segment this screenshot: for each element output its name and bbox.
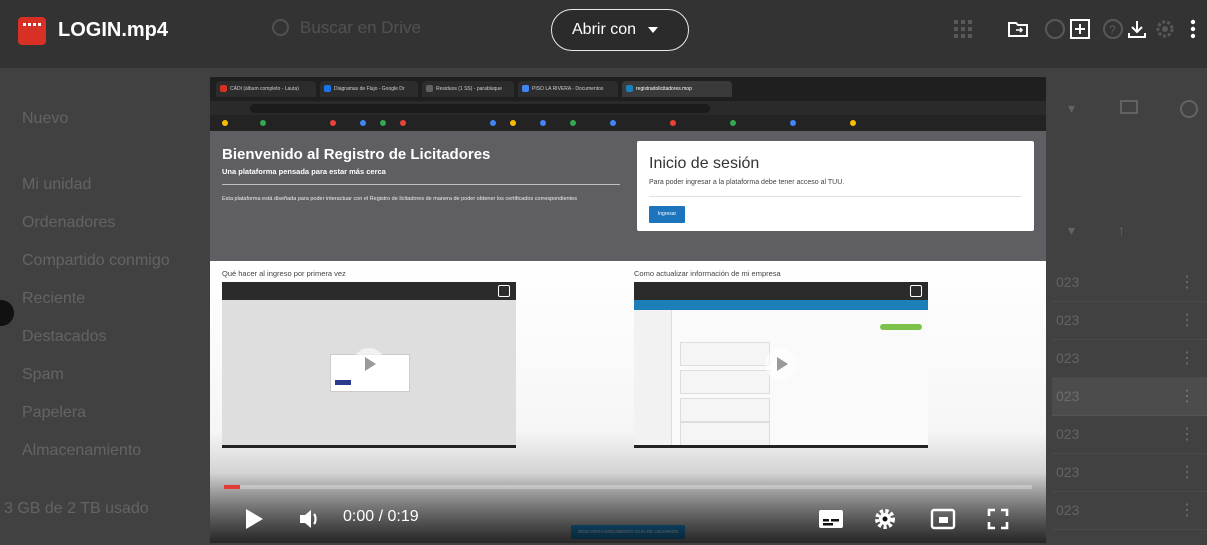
add-shortcut-icon[interactable] <box>1067 16 1093 42</box>
recorded-tab: registradolicitadores.mop <box>622 81 732 97</box>
play-icon <box>353 347 385 380</box>
settings-icon <box>1152 16 1178 42</box>
storage-usage: 3 GB de 2 TB usado <box>4 500 149 517</box>
grid-apps-icon <box>950 16 976 42</box>
welcome-title: Bienvenido al Registro de Licitadores <box>222 146 491 163</box>
grid-view-icon <box>1120 100 1138 114</box>
svg-text:?: ? <box>1109 23 1116 37</box>
sidebar-item-storage: Almacenamiento <box>22 442 142 459</box>
sort-arrow-icon: ↑ <box>1118 222 1125 238</box>
sidebar-item-starred: Destacados <box>22 328 107 345</box>
list-item: 023 ⋮ <box>1052 416 1207 454</box>
bg-account-icon <box>1042 16 1068 42</box>
login-title: Inicio de sesión <box>649 155 760 172</box>
search-icon <box>272 19 289 36</box>
welcome-subtitle: Una plataforma pensada para estar más ce… <box>222 167 386 176</box>
recorded-bookmarks <box>210 115 1046 131</box>
settings-icon[interactable] <box>871 505 899 533</box>
recorded-tab: PISO LA RIVERA - Documentos <box>518 81 618 97</box>
list-item: 023 ⋮ <box>1052 302 1207 340</box>
play-icon[interactable] <box>240 505 268 533</box>
more-vert-icon[interactable] <box>1180 16 1206 42</box>
info-icon <box>1180 100 1198 118</box>
miniplayer-icon[interactable] <box>929 505 957 533</box>
recorded-url <box>250 104 710 113</box>
recorded-tab: Diagramas de Flujo - Google Dr <box>320 81 418 97</box>
embedded-video-first-login <box>222 282 516 448</box>
list-item: 023 ⋮ <box>1052 264 1207 302</box>
sidebar-item-computers: Ordenadores <box>22 214 116 231</box>
side-tab <box>0 300 14 326</box>
divider <box>222 184 620 185</box>
sort-chevron-icon: ▾ <box>1068 222 1076 238</box>
move-to-folder-icon[interactable] <box>1005 16 1031 42</box>
search-placeholder: Buscar en Drive <box>300 18 421 37</box>
login-button: Ingresar <box>649 206 685 223</box>
file-title: LOGIN.mp4 <box>58 19 169 41</box>
list-item: 023 ⋮ <box>1052 340 1207 378</box>
viewer-header: LOGIN.mp4 Buscar en Drive Abrir con ? <box>0 0 1207 68</box>
recorded-tab: CÁDI (álbum completo - Lauta) <box>216 81 316 97</box>
sidebar-item-trash: Papelera <box>22 404 87 421</box>
time-display: 0:00 / 0:19 <box>343 508 419 525</box>
section-label-update-info: Como actualizar información de mi empres… <box>634 269 781 278</box>
volume-icon[interactable] <box>296 505 324 533</box>
play-icon <box>765 347 797 380</box>
embedded-video-update-info <box>634 282 928 448</box>
open-with-label: Abrir con <box>572 21 637 38</box>
chevron-down-icon: ▾ <box>1068 100 1076 116</box>
sidebar-item-shared: Compartido conmigo <box>22 252 170 269</box>
seek-bar[interactable] <box>224 485 1032 489</box>
seek-bar-progress <box>224 485 241 489</box>
help-icon: ? <box>1100 16 1126 42</box>
divider <box>649 196 1021 197</box>
sidebar-item-spam: Spam <box>22 366 64 383</box>
new-button: Nuevo <box>22 110 69 127</box>
login-text: Para poder ingresar a la plataforma debe… <box>649 179 845 186</box>
recorded-tab: Residuos (1 SS) - parabluque <box>422 81 514 97</box>
sidebar-item-recent: Reciente <box>22 290 86 307</box>
video-file-icon <box>18 17 46 45</box>
login-card: Inicio de sesión Para poder ingresar a l… <box>637 141 1034 231</box>
external-link-icon <box>498 285 510 297</box>
recorded-address-bar <box>210 101 1046 115</box>
caret-down-icon <box>648 27 659 33</box>
welcome-description: Esta plataforma está diseñada para poder… <box>222 196 577 202</box>
list-item: 023 ⋮ <box>1052 378 1207 416</box>
open-with-button[interactable]: Abrir con <box>551 9 689 51</box>
external-link-icon <box>910 285 922 297</box>
video-player[interactable]: CÁDI (álbum completo - Lauta) Diagramas … <box>210 77 1046 543</box>
sidebar-item-my-drive: Mi unidad <box>22 176 92 193</box>
download-icon[interactable] <box>1124 16 1150 42</box>
list-item: 023 ⋮ <box>1052 454 1207 492</box>
list-item: 023 ⋮ <box>1052 492 1207 530</box>
subtitles-icon[interactable] <box>817 505 845 533</box>
section-label-first-login: Qué hacer al ingreso por primera vez <box>222 269 346 278</box>
recorded-browser-tabs: CÁDI (álbum completo - Lauta) Diagramas … <box>210 77 1046 101</box>
fullscreen-icon[interactable] <box>984 505 1012 533</box>
